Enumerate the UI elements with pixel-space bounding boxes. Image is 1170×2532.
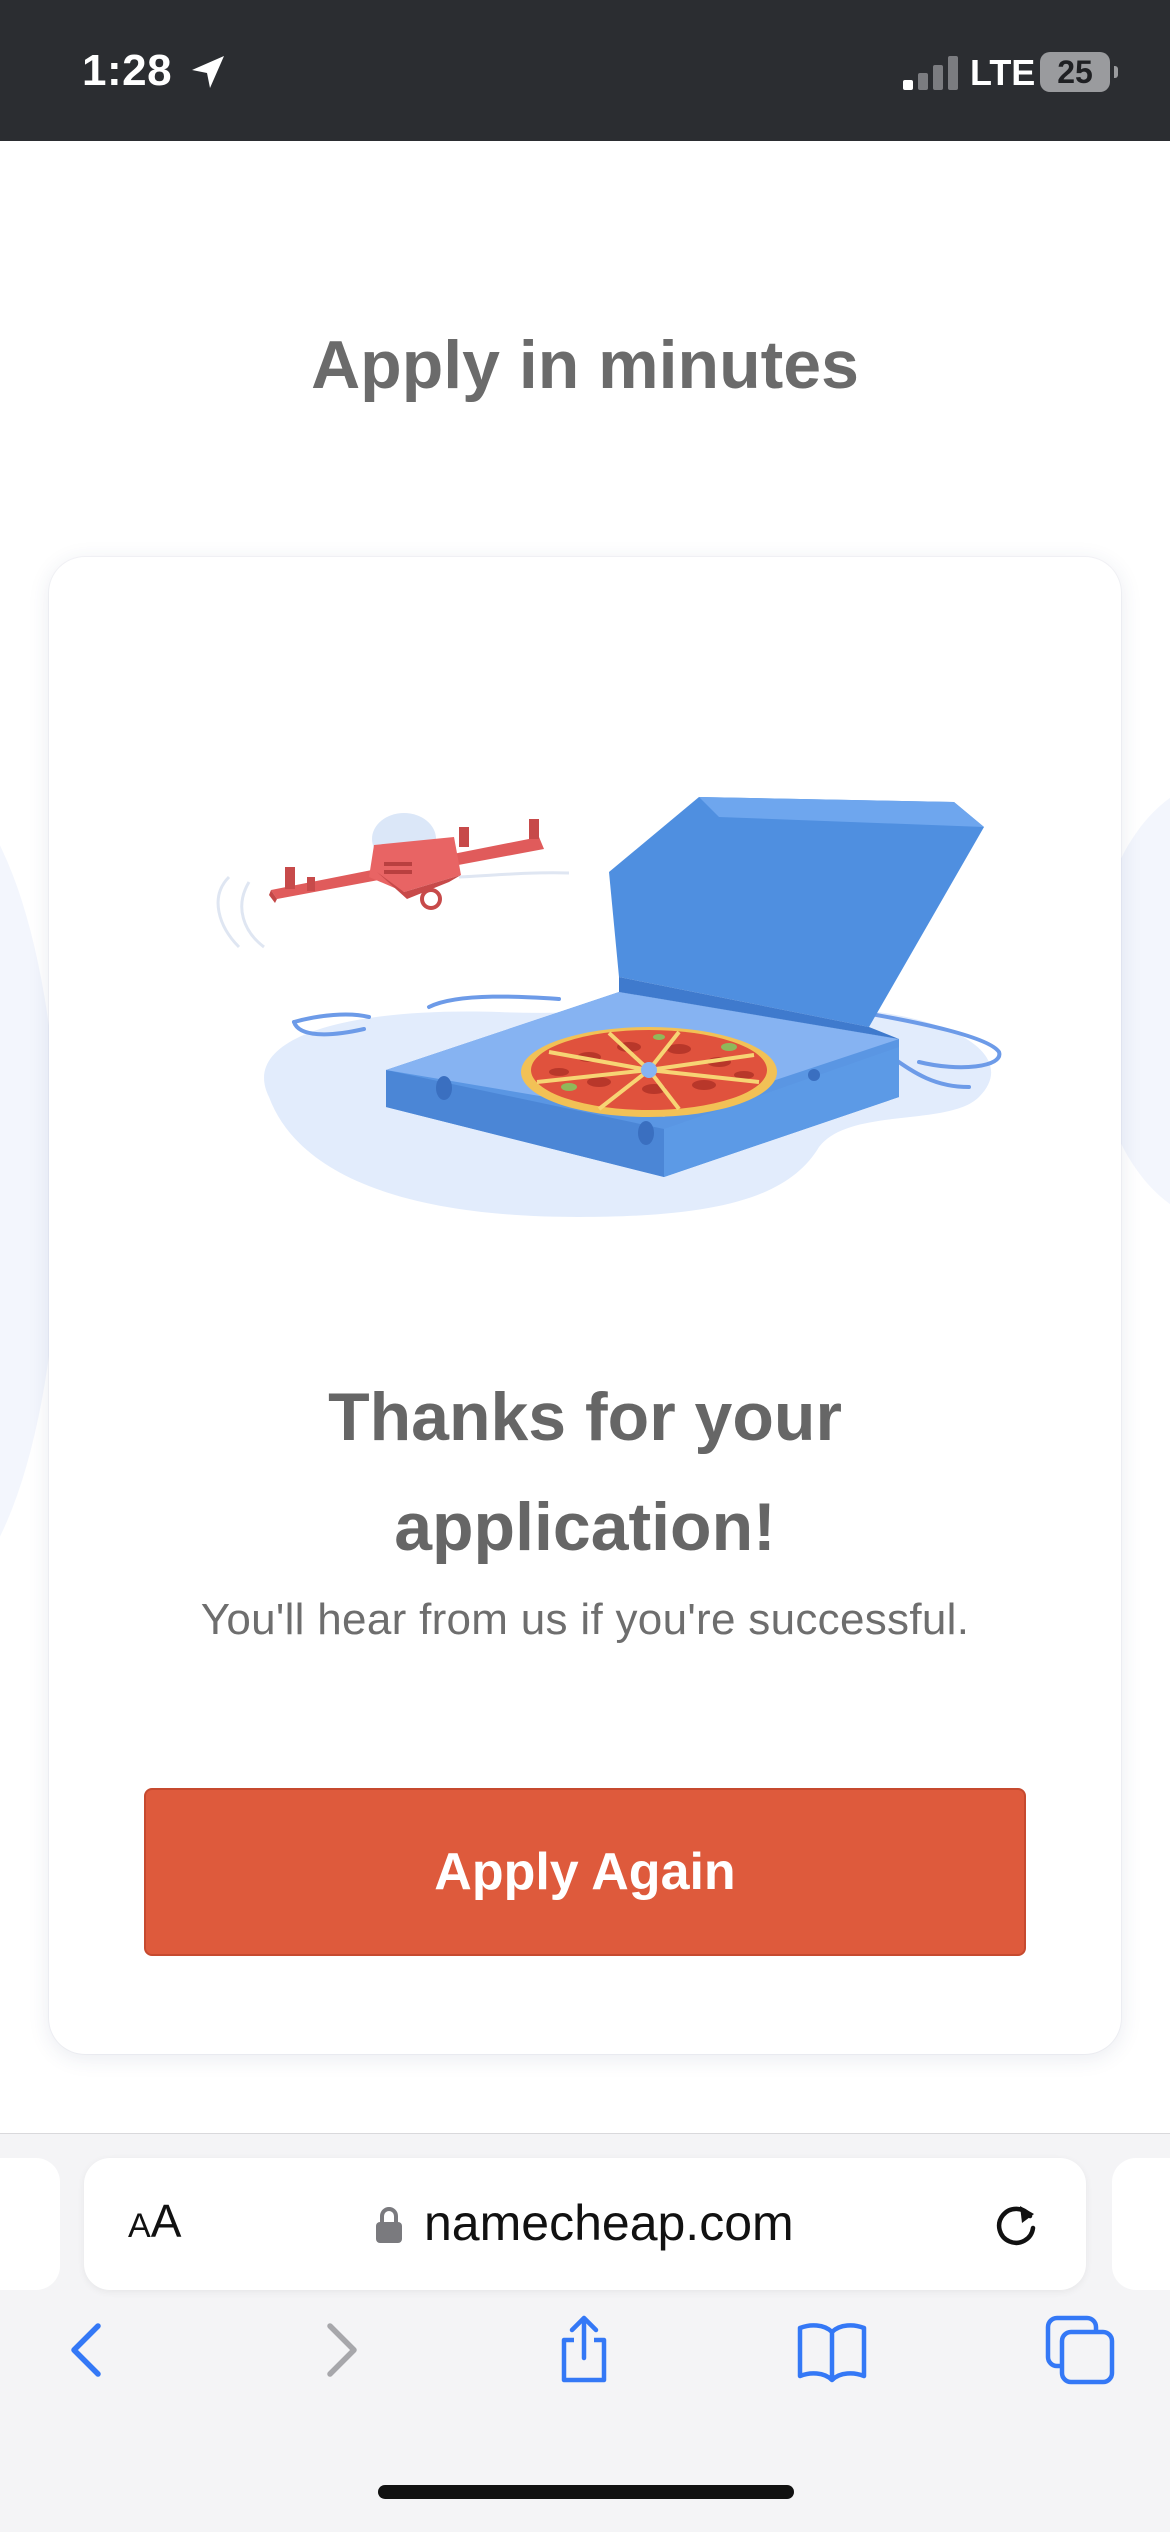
tabs-icon[interactable]	[1044, 2314, 1116, 2386]
lock-icon	[376, 2207, 402, 2243]
book-icon[interactable]	[796, 2314, 868, 2386]
signal-strength-icon	[903, 56, 958, 90]
status-bar: 1:28 LTE 25	[0, 0, 1170, 141]
browser-toolbar: AA namecheap.com	[0, 2133, 1170, 2532]
share-icon[interactable]	[548, 2314, 620, 2386]
reload-icon[interactable]	[990, 2198, 1042, 2250]
battery-indicator: 25	[1040, 52, 1118, 92]
apply-again-button[interactable]: Apply Again	[144, 1788, 1026, 1956]
network-type: LTE	[970, 52, 1036, 93]
text-size-button[interactable]: AA	[128, 2194, 181, 2248]
text-size-label-large: A	[150, 2195, 182, 2247]
status-time: 1:28	[82, 46, 173, 95]
previous-tab-preview[interactable]	[0, 2158, 60, 2290]
home-indicator[interactable]	[378, 2485, 794, 2499]
text-size-label-small: A	[128, 2207, 151, 2245]
confirmation-heading-line1: Thanks for your	[328, 1379, 842, 1455]
next-tab-preview[interactable]	[1112, 2158, 1170, 2290]
web-page: Apply in minutes Thanks for your applica…	[0, 141, 1170, 2133]
page-title: Apply in minutes	[311, 327, 859, 403]
address-bar[interactable]: AA namecheap.com	[84, 2158, 1086, 2290]
drone-pizza-illustration	[216, 797, 1002, 1217]
confirmation-heading-line2: application!	[394, 1489, 776, 1565]
chevron-left-icon[interactable]	[52, 2314, 124, 2386]
confirmation-subtitle: You'll hear from us if you're successful…	[200, 1595, 970, 1644]
chevron-right-icon[interactable]	[304, 2314, 376, 2386]
location-arrow-icon	[192, 56, 224, 88]
url-text[interactable]: namecheap.com	[424, 2194, 794, 2252]
confirmation-card: Thanks for your application! You'll hear…	[49, 557, 1121, 2054]
confirmation-heading: Thanks for your application!	[49, 1362, 1121, 1582]
